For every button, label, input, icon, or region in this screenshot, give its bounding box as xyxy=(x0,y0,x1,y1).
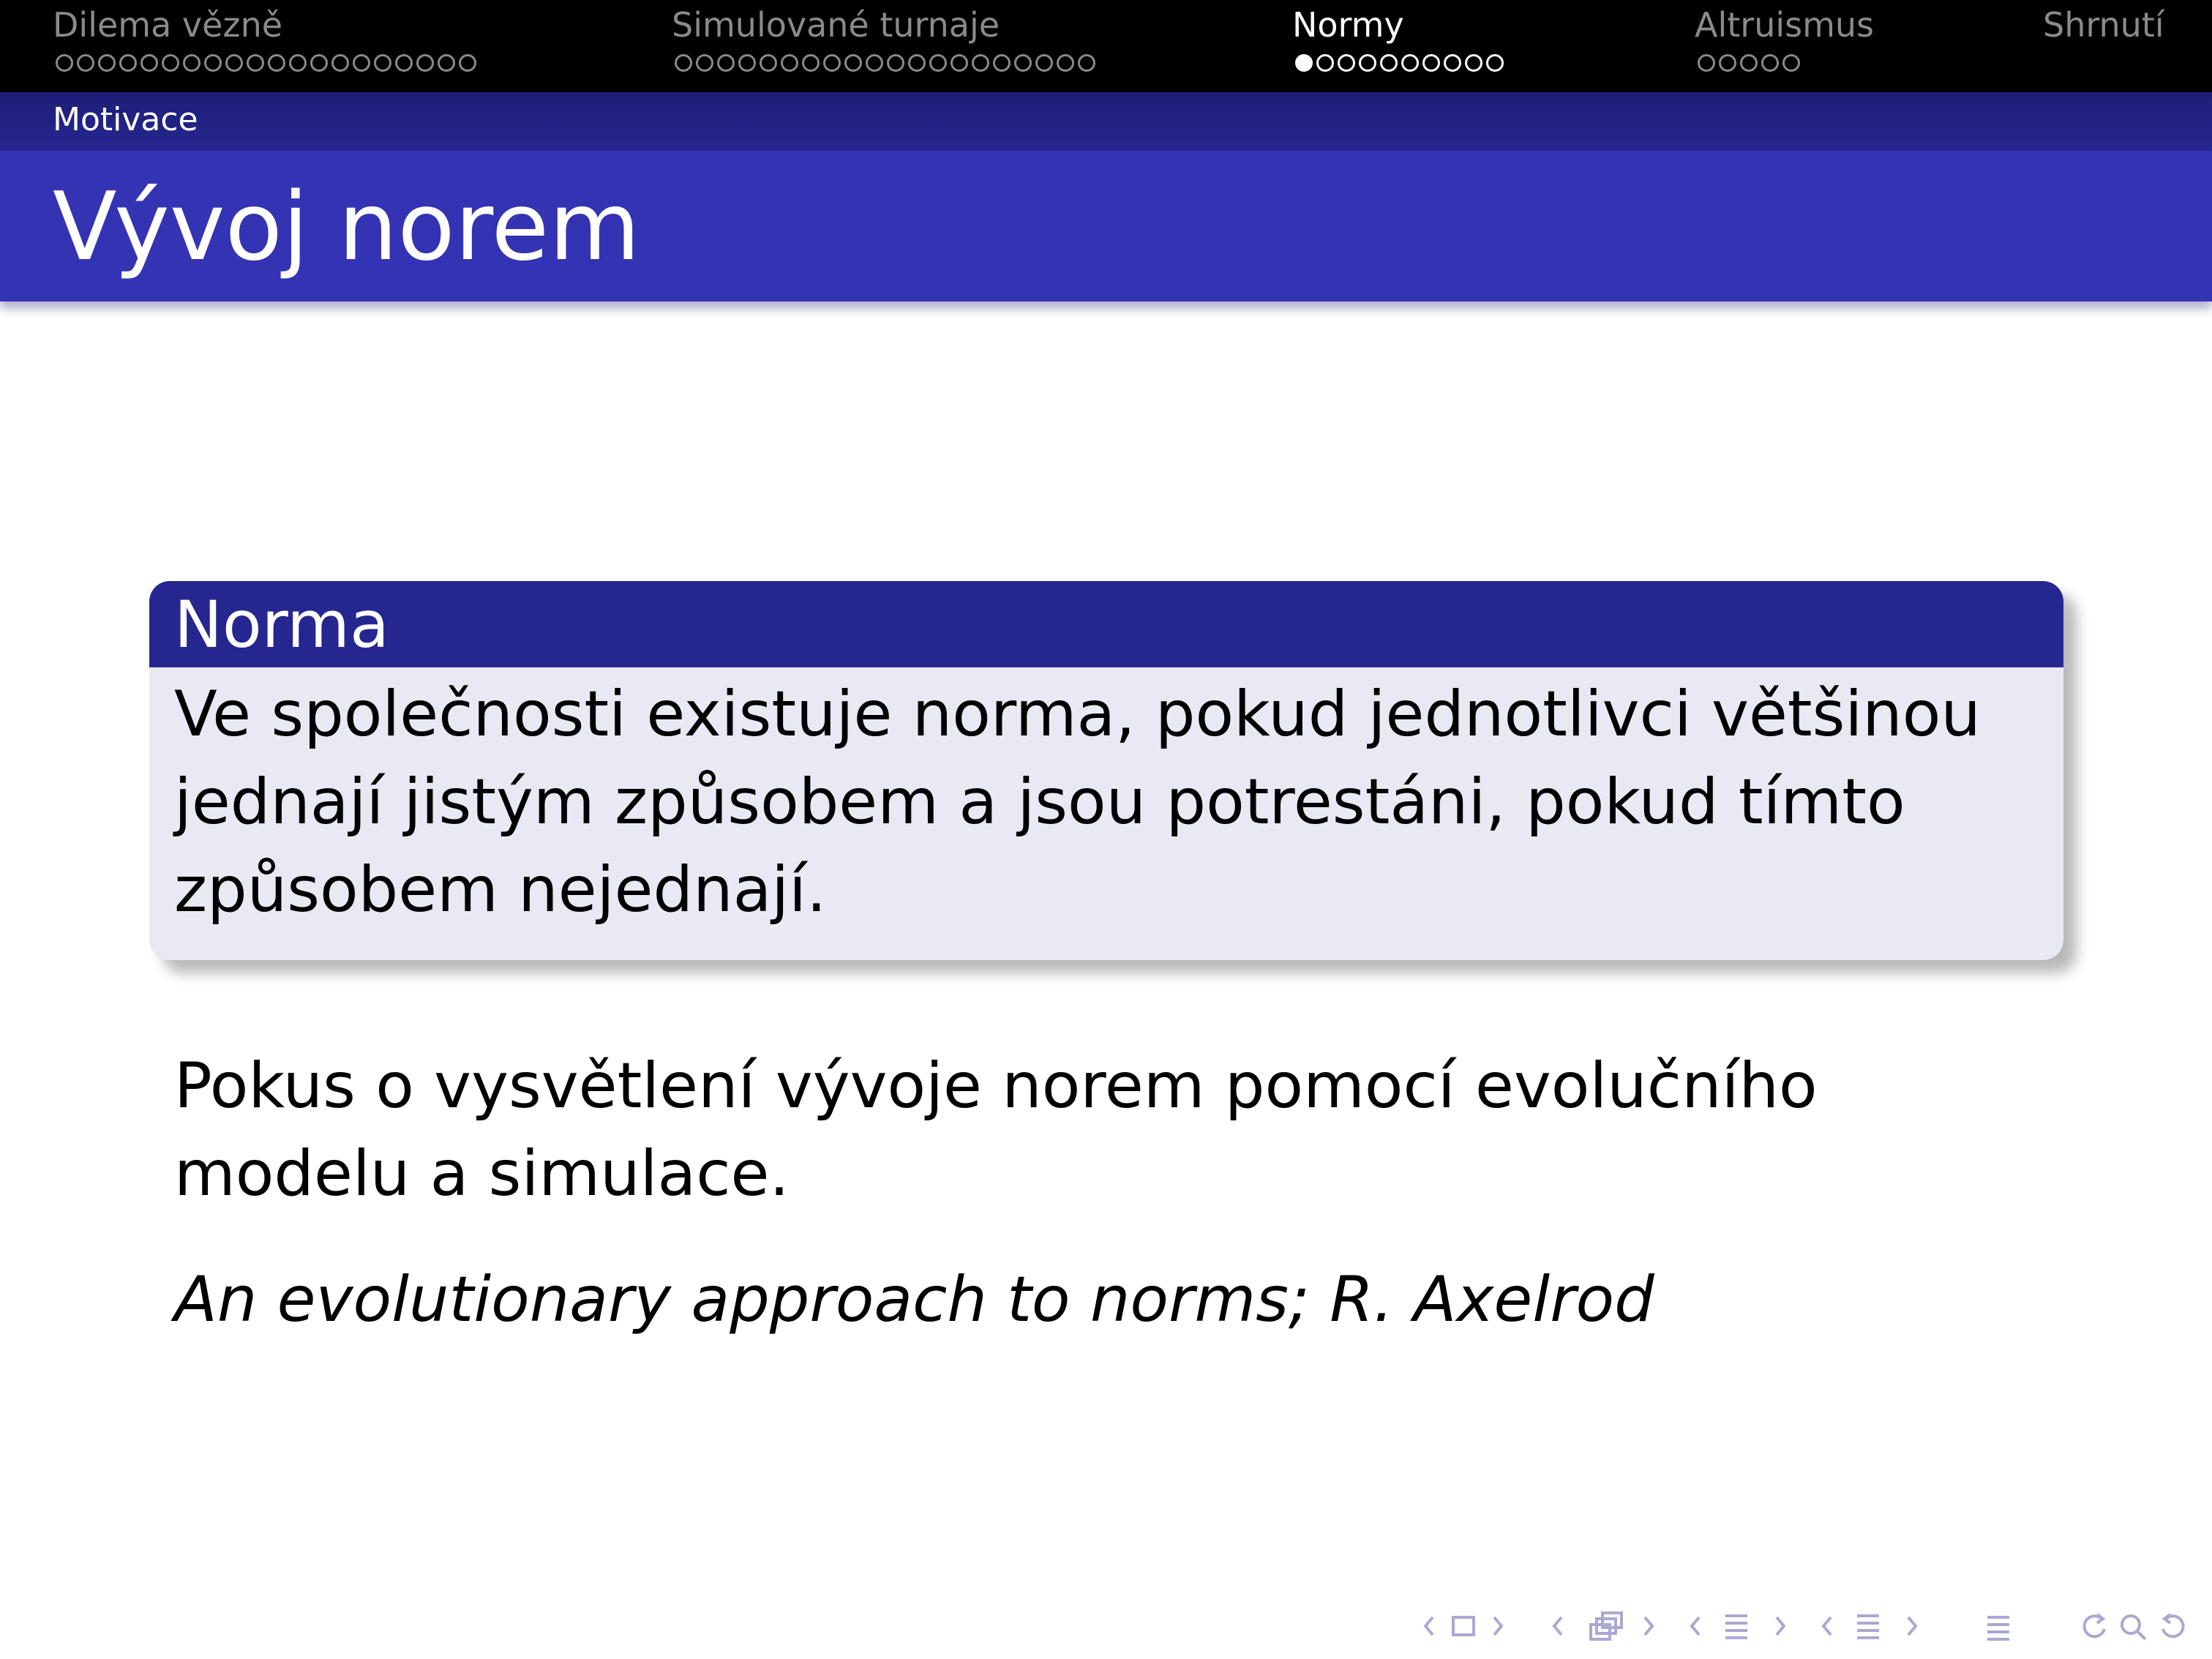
frame-dot[interactable] xyxy=(289,54,307,72)
frame-dot[interactable] xyxy=(416,54,434,72)
frame-dot[interactable] xyxy=(1035,54,1053,72)
frame-dot[interactable] xyxy=(1761,54,1779,72)
frame-title-bar: Vývoj norem xyxy=(0,151,2212,302)
frame-dot[interactable] xyxy=(1359,54,1376,72)
subsection-bar: Motivace xyxy=(0,92,2212,151)
frame-dot[interactable] xyxy=(760,54,777,72)
frame-dot[interactable] xyxy=(183,54,200,72)
frame-dot[interactable] xyxy=(1740,54,1758,72)
frame-dot[interactable] xyxy=(162,54,179,72)
nav-frame-dots xyxy=(1295,54,1504,72)
frame-dot[interactable] xyxy=(1719,54,1736,72)
nav-section-label: Normy xyxy=(1292,5,1404,45)
frame-dot[interactable] xyxy=(395,54,413,72)
subsection-title[interactable]: Motivace xyxy=(53,98,198,142)
frame-dot[interactable] xyxy=(1782,54,1800,72)
frame-dot[interactable] xyxy=(247,54,264,72)
frame-dot[interactable] xyxy=(56,54,73,72)
frame-dot[interactable] xyxy=(823,54,841,72)
block-title: Norma xyxy=(174,587,389,662)
frame-dot[interactable] xyxy=(929,54,947,72)
nav-section-label: Altruismus xyxy=(1695,5,1875,45)
frame-dot[interactable] xyxy=(844,54,862,72)
slide: Dilema vězně Simulované turnaje Normy Al… xyxy=(0,0,2212,1659)
frame-dot[interactable] xyxy=(77,54,94,72)
subsection-nav-icon[interactable] xyxy=(1550,1607,1667,1645)
section-navigation-bar: Dilema vězně Simulované turnaje Normy Al… xyxy=(0,0,2212,92)
frame-dot[interactable] xyxy=(374,54,391,72)
nav-section-label: Dilema vězně xyxy=(53,5,283,45)
frame-dot[interactable] xyxy=(268,54,285,72)
block-header xyxy=(149,581,2063,667)
frame-dot[interactable] xyxy=(98,54,116,72)
frame-dot[interactable] xyxy=(866,54,883,72)
frame-dot[interactable] xyxy=(353,54,370,72)
frame-dot[interactable] xyxy=(972,54,989,72)
nav-frame-dots xyxy=(56,54,476,72)
frame-dot[interactable] xyxy=(1444,54,1461,72)
frame-dot[interactable] xyxy=(204,54,222,72)
frame-dot[interactable] xyxy=(951,54,968,72)
nav-section-label: Shrnutí xyxy=(2043,5,2164,45)
citation: An evolutionary approach to norms; R. Ax… xyxy=(174,1263,1654,1336)
frame-dot[interactable] xyxy=(1316,54,1334,72)
nav-frame-dots xyxy=(1698,54,1800,72)
frame-dot[interactable] xyxy=(225,54,243,72)
frame-dot[interactable] xyxy=(1486,54,1504,72)
frame-dot[interactable] xyxy=(675,54,692,72)
frame-dot[interactable] xyxy=(717,54,735,72)
frame-dot[interactable] xyxy=(331,54,349,72)
frame-dot[interactable] xyxy=(140,54,158,72)
presentation-nav-icon[interactable] xyxy=(1819,1607,1929,1645)
frame-dot[interactable] xyxy=(1078,54,1095,72)
frame-dot[interactable] xyxy=(459,54,476,72)
frame-dot[interactable] xyxy=(738,54,756,72)
body-paragraph: Pokus o vysvětlení vývoje norem pomocí e… xyxy=(174,1049,1818,1210)
frame-dot[interactable] xyxy=(1380,54,1398,72)
definition-block: Norma Ve společnosti existuje norma, pok… xyxy=(149,581,2063,960)
current-frame-dot[interactable] xyxy=(1295,54,1313,72)
frame-dot[interactable] xyxy=(781,54,798,72)
frame-dot[interactable] xyxy=(119,54,137,72)
frame-nav-icon[interactable] xyxy=(1421,1607,1528,1645)
frame-dot[interactable] xyxy=(802,54,820,72)
frame-dot[interactable] xyxy=(1057,54,1074,72)
frame-dot[interactable] xyxy=(1401,54,1419,72)
frame-dot[interactable] xyxy=(908,54,926,72)
search-zoom-icon[interactable] xyxy=(2075,1607,2192,1645)
frame-dot[interactable] xyxy=(1698,54,1715,72)
frame-dot[interactable] xyxy=(1422,54,1440,72)
frame-dot[interactable] xyxy=(438,54,455,72)
section-nav-icon[interactable] xyxy=(1687,1607,1797,1645)
frame-dot[interactable] xyxy=(310,54,328,72)
frame-title: Vývoj norem xyxy=(53,173,640,282)
nav-section-label: Simulované turnaje xyxy=(672,5,1000,45)
appendix-icon[interactable] xyxy=(1983,1607,2015,1645)
block-body: Ve společnosti existuje norma, pokud jed… xyxy=(174,678,1981,926)
frame-dot[interactable] xyxy=(1338,54,1355,72)
frame-dot[interactable] xyxy=(1014,54,1032,72)
nav-frame-dots xyxy=(675,54,1095,72)
frame-dot[interactable] xyxy=(1465,54,1482,72)
frame-dot[interactable] xyxy=(887,54,904,72)
frame-dot[interactable] xyxy=(696,54,713,72)
frame-dot[interactable] xyxy=(993,54,1011,72)
